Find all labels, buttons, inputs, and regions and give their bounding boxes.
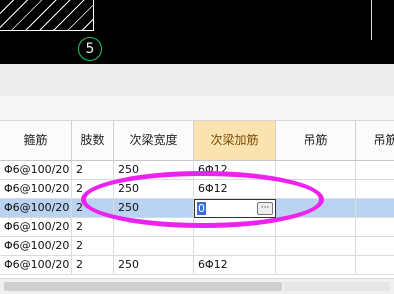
hanger-cell-2[interactable]: [356, 161, 394, 179]
table-row[interactable]: Φ6@100/20 2 250 6Φ12: [0, 161, 394, 180]
toolbar-area: [0, 64, 394, 96]
legs-cell[interactable]: 2: [72, 256, 114, 274]
width-cell[interactable]: 250: [114, 199, 194, 217]
table-row[interactable]: Φ6@100/20 2 250 6Φ12: [0, 180, 394, 199]
header-hanger-bar[interactable]: 吊筋: [276, 121, 356, 160]
drawing-line: [371, 0, 372, 40]
scrollbar-track[interactable]: [284, 282, 390, 291]
rebar-cell[interactable]: 6Φ12: [194, 256, 276, 274]
hanger-cell-2[interactable]: [356, 237, 394, 255]
ellipsis-button[interactable]: ···: [257, 202, 273, 215]
editor-input-text[interactable]: 0: [197, 202, 206, 215]
header-secondary-beam-width[interactable]: 次梁宽度: [114, 121, 194, 160]
stirrup-cell[interactable]: Φ6@100/20: [0, 218, 72, 236]
table-row[interactable]: Φ6@100/20 2: [0, 237, 394, 256]
stirrup-cell[interactable]: Φ6@100/20: [0, 180, 72, 198]
width-cell[interactable]: [114, 218, 194, 236]
axis-number-marker: 5: [78, 37, 102, 61]
width-cell[interactable]: [114, 237, 194, 255]
stirrup-cell[interactable]: Φ6@100/20: [0, 256, 72, 274]
table-row[interactable]: Φ6@100/20 2: [0, 218, 394, 237]
width-cell[interactable]: 250: [114, 180, 194, 198]
beam-properties-grid: 箍筋 肢数 次梁宽度 次梁加筋 吊筋 吊筋 Φ6@100/20 2 250 6Φ…: [0, 121, 394, 278]
hanger-cell-2[interactable]: [356, 218, 394, 236]
rebar-cell-editor[interactable]: 0 ···: [194, 199, 276, 218]
legs-cell[interactable]: 2: [72, 237, 114, 255]
table-caption-bar: [0, 96, 394, 121]
grid-header-row: 箍筋 肢数 次梁宽度 次梁加筋 吊筋 吊筋: [0, 121, 394, 161]
rebar-cell[interactable]: [194, 237, 276, 255]
hanger-cell-2[interactable]: [356, 256, 394, 274]
hanger-cell[interactable]: [276, 180, 356, 198]
rebar-cell[interactable]: [194, 218, 276, 236]
width-cell[interactable]: 250: [114, 256, 194, 274]
hanger-cell[interactable]: [276, 256, 356, 274]
hanger-cell-2[interactable]: [356, 199, 394, 217]
stirrup-cell[interactable]: Φ6@100/20: [0, 199, 72, 217]
hatched-wall-region: [0, 0, 94, 31]
header-stirrup[interactable]: 箍筋: [0, 121, 72, 160]
width-cell[interactable]: 250: [114, 161, 194, 179]
rebar-cell[interactable]: 6Φ12: [194, 161, 276, 179]
hanger-cell[interactable]: [276, 218, 356, 236]
hanger-cell[interactable]: [276, 199, 356, 217]
rebar-cell[interactable]: 6Φ12: [194, 180, 276, 198]
table-row[interactable]: Φ6@100/20 2 250 6Φ12: [0, 256, 394, 275]
scrollbar-thumb[interactable]: [4, 282, 282, 291]
legs-cell[interactable]: 2: [72, 180, 114, 198]
cad-drawing-canvas[interactable]: 5: [0, 0, 394, 64]
hanger-cell[interactable]: [276, 237, 356, 255]
legs-cell[interactable]: 2: [72, 218, 114, 236]
stirrup-cell[interactable]: Φ6@100/20: [0, 161, 72, 179]
legs-cell[interactable]: 2: [72, 161, 114, 179]
legs-cell[interactable]: 2: [72, 199, 114, 217]
header-legs[interactable]: 肢数: [72, 121, 114, 160]
hanger-cell[interactable]: [276, 161, 356, 179]
stirrup-cell[interactable]: Φ6@100/20: [0, 237, 72, 255]
header-secondary-beam-rebar[interactable]: 次梁加筋: [194, 121, 276, 160]
horizontal-scrollbar[interactable]: [0, 278, 394, 294]
header-hanger-bar-2[interactable]: 吊筋: [356, 121, 394, 160]
hanger-cell-2[interactable]: [356, 180, 394, 198]
